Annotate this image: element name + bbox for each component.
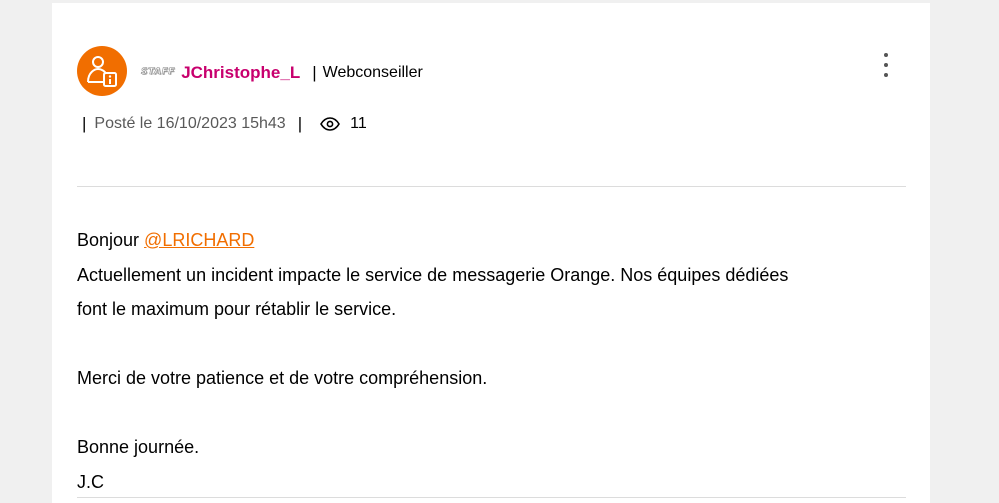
eye-icon: [320, 117, 341, 131]
post-card: STAFF JChristophe_L | Webconseiller | Po…: [52, 3, 930, 503]
greeting-text: Bonjour: [77, 230, 145, 250]
post-meta: | Posté le 16/10/2023 15h43 | 11: [82, 113, 367, 135]
header-divider: [77, 186, 906, 187]
body-line: Merci de votre patience et de votre comp…: [77, 368, 488, 388]
meta-separator: |: [82, 114, 87, 133]
author-row: STAFF JChristophe_L | Webconseiller: [141, 61, 423, 85]
post-body: Bonjour @LRICHARD Actuellement un incide…: [77, 223, 907, 499]
staff-user-icon: [87, 56, 117, 87]
body-line: font le maximum pour rétablir le service…: [77, 299, 397, 319]
author-role: Webconseiller: [322, 64, 423, 81]
meta-separator: |: [297, 114, 303, 133]
body-line: Actuellement un incident impacte le serv…: [77, 264, 789, 285]
author-separator: |: [312, 63, 317, 82]
view-count: 11: [350, 115, 367, 132]
user-mention-link[interactable]: @LRICHARD: [144, 230, 254, 250]
post-date: Posté le 16/10/2023 15h43: [94, 115, 286, 132]
author-avatar[interactable]: [77, 46, 127, 96]
footer-divider: [77, 497, 906, 498]
author-name-link[interactable]: JChristophe_L: [181, 63, 300, 83]
signature: J.C: [77, 471, 104, 492]
greeting-line: Bonjour @LRICHARD: [77, 223, 907, 258]
closing-line: Bonne journée.: [77, 437, 200, 457]
kebab-menu-icon[interactable]: [878, 53, 894, 77]
staff-badge: STAFF: [141, 67, 176, 78]
